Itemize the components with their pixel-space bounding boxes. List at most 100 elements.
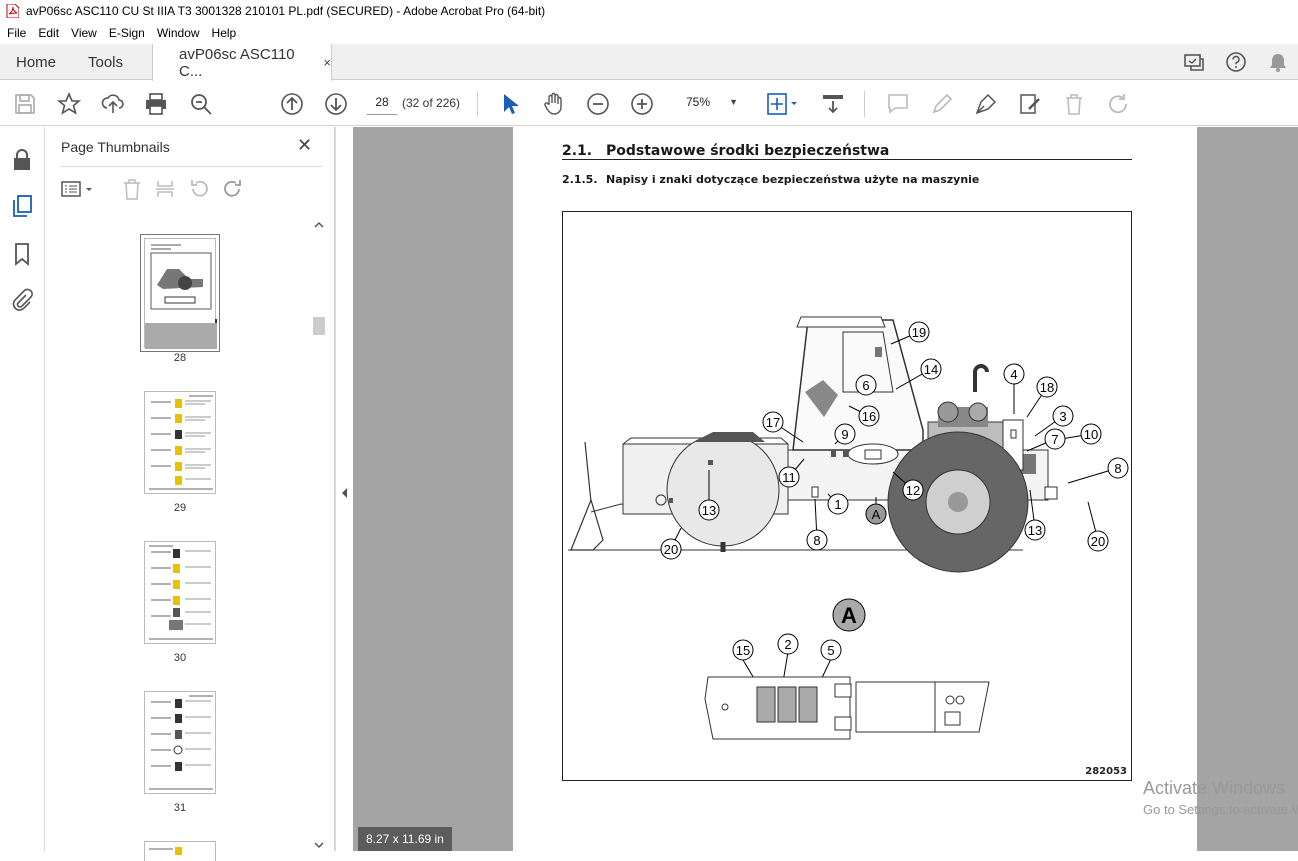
svg-text:3: 3 [1059,409,1066,424]
callout-9: 9 [834,423,856,445]
chevron-down-icon: ▼ [729,97,738,107]
thumbnail-page-29[interactable] [144,391,216,494]
menu-window[interactable]: Window [151,26,206,40]
callout-3: 3 [1052,405,1074,427]
section-number: 2.1. [562,143,593,159]
page-size-badge: 8.27 x 11.69 in [358,827,452,851]
menu-edit[interactable]: Edit [32,26,65,40]
thumbnail-page-31[interactable] [144,691,216,794]
next-page-icon[interactable] [324,92,348,116]
thumbnail-preview [149,847,182,855]
callout-12: 12 [902,479,924,501]
tab-tools[interactable]: Tools [88,44,123,80]
upload-share-icon[interactable] [101,92,125,116]
bookmark-star-icon[interactable] [56,91,82,116]
thumbnail-label-29: 29 [173,502,187,514]
page-fit-icon[interactable] [766,92,800,116]
callout-17: 17 [762,411,784,433]
svg-text:16: 16 [862,409,876,424]
tab-home[interactable]: Home [16,44,56,80]
tab-document[interactable]: avP06sc ASC110 C... × [152,44,332,81]
collapse-arrow-icon [342,488,347,498]
close-panel-icon[interactable]: ✕ [297,135,312,156]
edit-text-icon[interactable] [1018,92,1042,116]
callout-2: 2 [777,633,799,655]
menu-file[interactable]: File [0,26,32,40]
section-title: Podstawowe środki bezpieczeństwa [606,143,890,159]
panel-collapse-handle[interactable] [335,127,353,851]
thumbnail-page-32[interactable] [144,841,216,861]
previous-page-icon[interactable] [280,92,304,116]
callout-20b: 20 [1087,530,1109,552]
thumbnail-preview [149,395,213,490]
thumbnail-options-icon[interactable] [61,178,97,200]
callout-7: 7 [1044,428,1066,450]
document-viewer[interactable]: 2.1. Podstawowe środki bezpieczeństwa 2.1… [353,127,1298,851]
callout-A-small: A [865,503,887,525]
save-icon[interactable] [13,92,37,116]
thumbnail-page-30[interactable] [144,541,216,644]
hand-pan-icon[interactable] [542,92,566,116]
page-number-input[interactable]: 28 [367,91,397,115]
scroll-mode-icon[interactable] [821,92,845,116]
menu-bar: File Edit View E-Sign Window Help [0,22,1298,44]
callout-4: 4 [1003,363,1025,385]
page-thumbnails-icon[interactable] [11,194,33,218]
callout-8: 8 [1107,457,1129,479]
thumbnail-preview [149,545,213,640]
window-title: avP06sc ASC110 CU St IIIA T3 3001328 210… [26,4,546,18]
help-icon[interactable] [1225,51,1247,73]
notifications-bell-icon[interactable] [1267,51,1289,73]
thumbnails-scrollbar[interactable] [311,219,327,851]
zoom-level-value: 75% [686,95,711,109]
left-navigation-rail [0,127,45,851]
menu-esign[interactable]: E-Sign [103,26,151,40]
svg-text:10: 10 [1084,427,1098,442]
callout-6: 6 [855,374,877,396]
tab-document-label: avP06sc ASC110 C... [179,45,295,80]
delete-trash-icon[interactable] [1062,92,1086,116]
machine-safety-labels-figure: 19 14 4 18 6 16 3 17 9 7 10 8 11 12 1 13 [562,211,1132,781]
comment-icon[interactable] [886,92,910,116]
select-cursor-icon[interactable] [498,92,522,116]
extract-pages-icon[interactable] [154,178,176,200]
heading-rule [562,159,1132,160]
subsection-heading: 2.1.5. Napisy i znaki dotyczące bezpiecze… [562,173,979,186]
thumbnail-page-28[interactable] [140,234,220,352]
svg-text:2: 2 [784,637,791,652]
callout-20: 20 [660,538,682,560]
callout-8b: 8 [806,529,828,551]
pdf-page: 2.1. Podstawowe środki bezpieczeństwa 2.1… [513,127,1197,851]
callout-15: 15 [732,639,754,661]
zoom-out-icon[interactable] [586,92,610,116]
page-count: (32 of 226) [402,96,461,110]
tab-close-icon[interactable]: × [323,55,331,70]
rotate-right-icon[interactable] [222,178,244,200]
zoom-in-icon[interactable] [630,92,654,116]
highlight-pen-icon[interactable] [930,92,954,116]
attachments-paperclip-icon[interactable] [11,288,33,312]
svg-text:15: 15 [736,643,750,658]
rotate-left-icon[interactable] [188,178,210,200]
zoom-search-icon[interactable] [189,92,213,116]
svg-text:9: 9 [841,427,848,442]
subsection-number: 2.1.5. [562,173,598,186]
delete-pages-icon[interactable] [121,178,143,200]
svg-text:11: 11 [782,470,796,485]
callout-1: 1 [827,493,849,515]
draw-pen-icon[interactable] [974,92,998,116]
tab-tools-label: Tools [88,53,124,71]
svg-text:8: 8 [1114,461,1121,476]
bookmarks-icon[interactable] [11,242,33,266]
callout-10: 10 [1080,423,1102,445]
callout-14: 14 [920,358,942,380]
menu-view[interactable]: View [65,26,103,40]
redo-icon[interactable] [1106,92,1130,116]
lock-icon[interactable] [11,148,33,172]
zoom-level-select[interactable]: 75% ▼ [674,91,744,115]
svg-text:5: 5 [827,643,834,658]
share-screen-icon[interactable] [1183,51,1205,73]
svg-text:20: 20 [1091,534,1105,549]
menu-help[interactable]: Help [206,26,243,40]
print-icon[interactable] [144,92,168,116]
